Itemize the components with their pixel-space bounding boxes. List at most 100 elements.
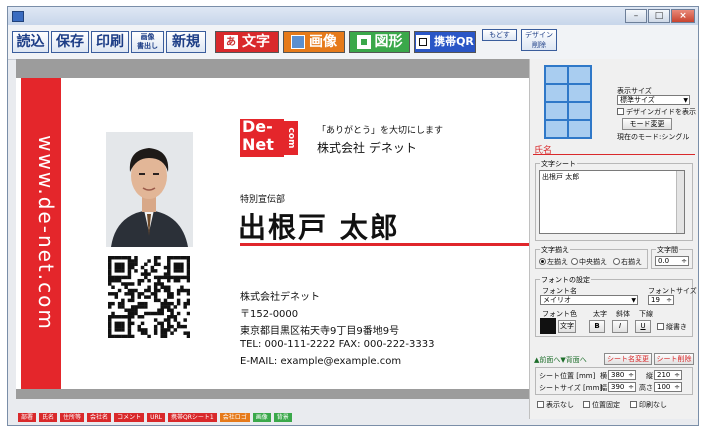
align-right-radio[interactable] — [613, 258, 620, 265]
text-sheet-group: 文字シート 出根戸 太郎 — [535, 159, 693, 241]
maximize-icon[interactable]: □ — [648, 9, 670, 23]
italic-label: 斜体 — [616, 310, 630, 318]
company-name[interactable]: 株式会社デネット — [240, 288, 320, 303]
person-name[interactable]: 出根戸 太郎 — [238, 206, 400, 246]
sheet-tabs: 部署 氏名 住所等 会社名 コメント URL 携帯QRシート1 会社ロゴ 画像 背景 — [18, 413, 292, 423]
alignment-label: 文字揃え — [540, 245, 570, 255]
bold-button[interactable]: B — [589, 320, 605, 333]
title-bar: – □ × — [8, 7, 698, 25]
app-window: – □ × 読込 保存 印刷 画像 書出し 新規 あ 文字 画像 図形 携帯QR… — [7, 6, 699, 426]
italic-button[interactable]: I — [612, 320, 628, 333]
url-sidebar[interactable]: www.de-net.com — [21, 78, 61, 389]
rename-sheet-button[interactable]: シート名変更 — [604, 353, 652, 365]
sheet-tab[interactable]: 氏名 — [39, 413, 58, 422]
load-button[interactable]: 読込 — [12, 31, 49, 53]
design-delete-label-2: 削除 — [532, 41, 546, 49]
mode-change-button[interactable]: モード変更 — [622, 118, 672, 130]
align-left-label: 左揃え — [547, 258, 568, 266]
sheet-tab[interactable]: 部署 — [18, 413, 37, 422]
undo-button[interactable]: もどす — [482, 29, 517, 41]
font-settings-label: フォントの設定 — [540, 275, 591, 285]
company-logo[interactable]: De- Net com — [240, 118, 308, 157]
bold-label: 太字 — [593, 310, 607, 318]
horizontal-label: 横 — [600, 372, 607, 380]
align-left-radio[interactable] — [539, 258, 546, 265]
sheet-tab[interactable]: 画像 — [252, 413, 271, 422]
print-button[interactable]: 印刷 — [91, 31, 129, 53]
email[interactable]: E-MAIL: example@example.com — [240, 356, 401, 367]
align-center-label: 中央揃え — [579, 258, 607, 266]
save-button[interactable]: 保存 — [51, 31, 89, 53]
design-canvas[interactable]: www.de-net.com De- Net com 「ありがとう」を大切にしま… — [16, 59, 530, 399]
text-sheet-textarea[interactable]: 出根戸 太郎 — [539, 170, 685, 234]
text-sheet-label: 文字シート — [540, 159, 577, 169]
spacing-label: 文字間 — [656, 245, 679, 255]
design-guide-label: デザインガイドを表示 — [626, 108, 696, 116]
sheet-tab[interactable]: コメント — [114, 413, 145, 422]
company-name-header[interactable]: 株式会社 デネット — [317, 139, 417, 156]
current-mode-text: 現在のモード:シングル — [617, 133, 690, 141]
font-color-button[interactable]: 文字 — [558, 320, 576, 333]
sheet-tab[interactable]: 背景 — [273, 413, 292, 422]
add-text-button[interactable]: あ 文字 — [215, 31, 279, 53]
no-print-checkbox[interactable] — [630, 401, 637, 408]
spacing-group: 文字間 0.0 — [651, 245, 693, 269]
position-x-input[interactable]: 380 — [608, 370, 636, 380]
font-name-select[interactable]: メイリオ — [540, 295, 638, 305]
layer-order-buttons[interactable]: ▲前面へ▼背面へ — [534, 355, 587, 365]
font-color-swatch[interactable] — [540, 318, 556, 334]
position-y-input[interactable]: 210 — [654, 370, 682, 380]
add-image-button[interactable]: 画像 — [283, 31, 345, 53]
address[interactable]: 東京都目黒区祐天寺9丁目9番地9号 — [240, 322, 399, 337]
sheet-tab[interactable]: 携帯QRシート1 — [167, 413, 217, 422]
business-card[interactable]: www.de-net.com De- Net com 「ありがとう」を大切にしま… — [16, 78, 530, 389]
font-size-input[interactable]: 19 — [648, 295, 674, 305]
sheet-tab[interactable]: 住所等 — [60, 413, 85, 422]
sheet-tab[interactable]: 会社ロゴ — [219, 413, 250, 422]
vertical-writing-label: 縦書き — [666, 323, 687, 331]
qr-code-image — [108, 256, 191, 339]
size-width-input[interactable]: 390 — [608, 382, 636, 392]
display-size-select[interactable]: 標準サイズ — [617, 95, 690, 105]
department[interactable]: 特別宣伝部 — [240, 192, 285, 205]
add-text-label: 文字 — [242, 34, 270, 50]
spacing-input[interactable]: 0.0 — [655, 256, 689, 266]
add-qr-button[interactable]: 携帯QR — [414, 31, 476, 53]
text-icon: あ — [224, 35, 238, 49]
underline-button[interactable]: U — [635, 320, 651, 333]
new-button[interactable]: 新規 — [166, 31, 206, 53]
vertical-writing-checkbox[interactable] — [657, 323, 664, 330]
delete-sheet-button[interactable]: シート削除 — [654, 353, 694, 365]
sheet-tab[interactable]: 会社名 — [87, 413, 112, 422]
qr-icon — [416, 35, 431, 49]
textarea-scrollbar[interactable] — [676, 171, 684, 233]
hide-label: 表示なし — [546, 401, 574, 409]
sheet-tab[interactable]: URL — [147, 413, 165, 422]
design-delete-button[interactable]: デザイン 削除 — [521, 29, 557, 51]
name-divider-line[interactable] — [240, 243, 530, 246]
hide-checkbox[interactable] — [537, 401, 544, 408]
width-label: 幅 — [600, 384, 607, 392]
add-shape-button[interactable]: 図形 — [349, 31, 410, 53]
size-height-input[interactable]: 100 — [654, 382, 682, 392]
lock-position-checkbox[interactable] — [583, 401, 590, 408]
add-qr-label: 携帯QR — [434, 35, 474, 48]
add-image-label: 画像 — [309, 34, 337, 50]
card-layout-thumbnail[interactable] — [544, 65, 592, 139]
window-controls: – □ × — [625, 9, 695, 23]
company-tagline[interactable]: 「ありがとう」を大切にします — [317, 123, 443, 136]
underline-label: 下線 — [639, 310, 653, 318]
tel-fax[interactable]: TEL: 000-111-2222 FAX: 000-222-3333 — [240, 339, 434, 350]
text-sheet-value: 出根戸 太郎 — [542, 173, 580, 181]
minimize-icon[interactable]: – — [625, 9, 647, 23]
export-image-button[interactable]: 画像 書出し — [131, 31, 164, 53]
align-center-radio[interactable] — [571, 258, 578, 265]
postal-code[interactable]: 〒152-0000 — [240, 305, 298, 320]
portrait-photo[interactable] — [106, 132, 193, 247]
shape-icon — [356, 35, 371, 49]
qr-code[interactable] — [108, 256, 191, 339]
design-guide-checkbox[interactable] — [617, 108, 624, 115]
website-url: www.de-net.com — [34, 135, 58, 331]
close-icon[interactable]: × — [671, 9, 695, 23]
logo-text-line-2: Net — [242, 135, 274, 154]
